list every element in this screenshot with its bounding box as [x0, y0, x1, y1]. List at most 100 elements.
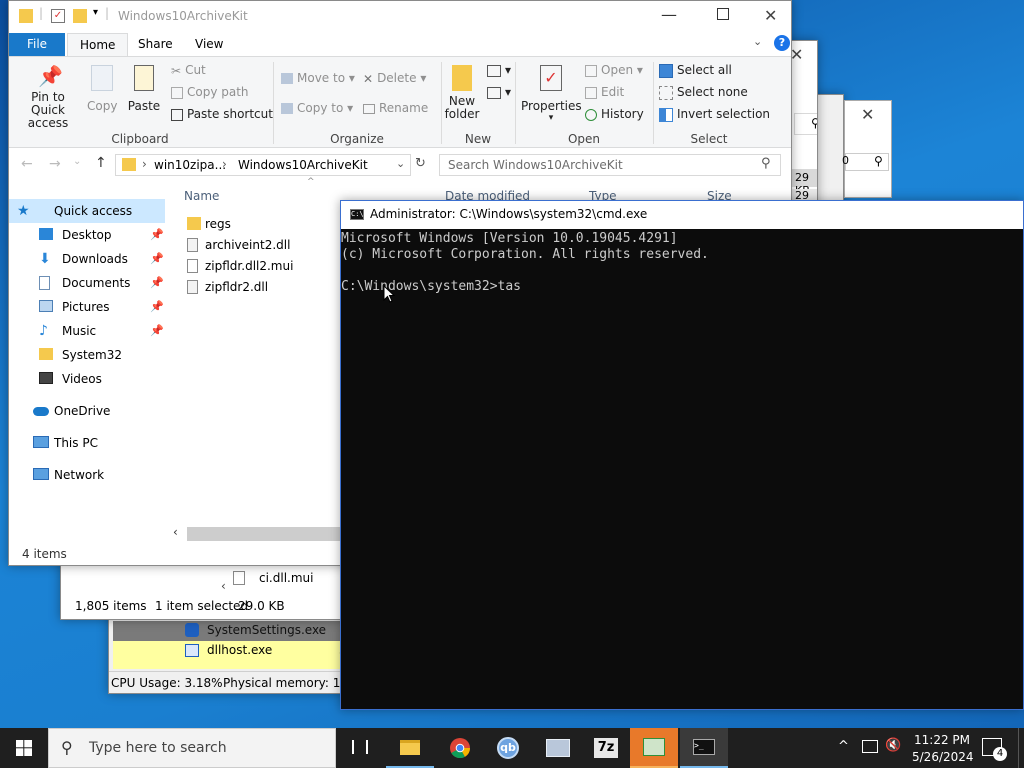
delete-button[interactable]: ✕ Delete ▾ [363, 71, 426, 86]
invert-selection-icon [659, 107, 673, 122]
pin-to-quick-access-button[interactable]: 📌 Pin to Quick access [15, 65, 81, 130]
nav-item-pictures[interactable]: Pictures 📌 [9, 295, 165, 319]
copy-path-button[interactable]: Copy path [171, 85, 249, 99]
tab-home[interactable]: Home [67, 33, 129, 57]
forward-arrow-icon[interactable]: → [49, 156, 61, 172]
close-icon[interactable]: ✕ [790, 45, 803, 64]
taskbar-search-box[interactable]: ⚲ Type here to search [48, 728, 336, 768]
tab-file[interactable]: File [9, 33, 65, 56]
file-name: regs [205, 217, 231, 231]
new-item-button[interactable]: ▾ [487, 63, 511, 77]
collapse-ribbon-icon[interactable]: ⌄ [753, 35, 762, 48]
minimize-button[interactable]: — [661, 5, 677, 24]
taskbar-file-explorer[interactable] [386, 728, 434, 768]
nav-item-desktop[interactable]: Desktop 📌 [9, 223, 165, 247]
nav-item-music[interactable]: ♪ Music 📌 [9, 319, 165, 343]
paste-button[interactable]: Paste [127, 65, 161, 113]
recent-dropdown-icon[interactable]: ⌄ [73, 156, 81, 167]
tab-view[interactable]: View [183, 33, 235, 56]
taskbar-7zip[interactable]: 7z [582, 728, 630, 768]
close-icon[interactable]: ✕ [861, 105, 874, 124]
cmd-window[interactable]: C:\ Administrator: C:\Windows\system32\c… [340, 200, 1024, 710]
maximize-button[interactable] [717, 8, 729, 20]
copy-button[interactable]: Copy [87, 65, 117, 113]
invert-selection-button[interactable]: Invert selection [659, 107, 770, 122]
breadcrumb-chevron[interactable]: › [222, 157, 227, 171]
move-to-button[interactable]: Move to ▾ [281, 71, 355, 85]
folder-icon [122, 158, 136, 171]
nav-item-this-pc[interactable]: This PC [9, 431, 165, 455]
notification-center-button[interactable]: 4 [982, 738, 1007, 761]
tab-share[interactable]: Share [126, 33, 185, 56]
nav-item-quick-access[interactable]: ★ Quick access [9, 199, 165, 223]
title-bar[interactable]: C:\ Administrator: C:\Windows\system32\c… [341, 201, 1023, 229]
paste-shortcut-button[interactable]: Paste shortcut [171, 107, 273, 121]
pin-icon[interactable]: 📌 [150, 295, 164, 319]
clock-date[interactable]: 5/26/2024 [912, 750, 974, 764]
clipboard-group-label: Clipboard [111, 132, 169, 146]
process-row[interactable]: dllhost.exe 3 [113, 641, 347, 661]
search-box[interactable]: ⚲ [794, 113, 817, 135]
search-box[interactable]: 0 ⚲ [842, 153, 889, 171]
column-name[interactable]: Name [184, 189, 219, 203]
nav-item-documents[interactable]: Documents 📌 [9, 271, 165, 295]
background-window[interactable]: ✕ 0 ⚲ [842, 100, 892, 198]
taskbar-cmd[interactable]: >_ [680, 728, 728, 768]
cut-button[interactable]: ✂ Cut [171, 63, 206, 78]
show-hidden-icons-chevron[interactable]: ^ [838, 739, 849, 754]
network-icon[interactable] [862, 740, 878, 753]
new-folder-icon[interactable] [73, 9, 87, 23]
pin-icon[interactable]: 📌 [150, 271, 164, 295]
start-button[interactable] [0, 728, 48, 768]
rename-button[interactable]: Rename [363, 101, 428, 115]
console-output[interactable]: Microsoft Windows [Version 10.0.19045.42… [341, 231, 709, 295]
scroll-left-arrow[interactable]: ‹ [221, 579, 241, 595]
select-all-icon [659, 63, 673, 78]
show-desktop-button[interactable] [1018, 728, 1024, 768]
copy-to-button[interactable]: Copy to ▾ [281, 101, 353, 115]
taskbar-chrome[interactable] [436, 728, 484, 768]
address-bar[interactable]: › win10zipa... › Windows10ArchiveKit ⌄ [115, 154, 411, 176]
breadcrumb-segment[interactable]: Windows10ArchiveKit [238, 158, 368, 172]
clock-time[interactable]: 11:22 PM [914, 733, 970, 747]
pin-icon[interactable]: 📌 [150, 319, 164, 343]
pin-icon[interactable]: 📌 [150, 223, 164, 247]
select-none-button[interactable]: Select none [659, 85, 748, 100]
nav-item-onedrive[interactable]: OneDrive [9, 399, 165, 423]
selected-process-row[interactable]: SystemSettings.exe 7 [113, 621, 347, 641]
new-folder-button[interactable]: New folder [443, 65, 481, 121]
address-dropdown-icon[interactable]: ⌄ [396, 157, 405, 170]
open-button[interactable]: Open ▾ [585, 63, 643, 77]
back-arrow-icon[interactable]: ← [21, 156, 33, 172]
title-bar[interactable]: | ✓ ▾ | Windows10ArchiveKit — ✕ [9, 1, 791, 33]
scroll-left-arrow[interactable]: ‹ [173, 525, 178, 539]
taskbar-qbittorrent[interactable]: qb [484, 728, 532, 768]
properties-check-icon[interactable]: ✓ [51, 9, 65, 23]
edit-label: Edit [601, 85, 625, 99]
close-button[interactable]: ✕ [764, 6, 777, 25]
history-button[interactable]: History [585, 107, 644, 121]
breadcrumb-chevron[interactable]: › [142, 157, 147, 171]
nav-item-network[interactable]: Network [9, 463, 165, 487]
speaker-muted-icon[interactable]: 🔇 [885, 738, 901, 753]
taskbar-remote-desktop[interactable] [534, 728, 582, 768]
pin-label: Pin to Quick access [27, 90, 69, 130]
edit-button[interactable]: Edit [585, 85, 624, 99]
task-view-button[interactable] [336, 728, 384, 768]
select-group-label: Select [690, 132, 728, 146]
taskbar-task-manager[interactable] [630, 728, 678, 768]
quick-access-dropdown-icon[interactable]: ▾ [93, 7, 98, 18]
nav-item-downloads[interactable]: ⬇ Downloads 📌 [9, 247, 165, 271]
nav-item-system32[interactable]: System32 [9, 343, 165, 367]
refresh-icon[interactable]: ↻ [415, 156, 426, 171]
nav-item-videos[interactable]: Videos [9, 367, 165, 391]
easy-access-button[interactable]: ▾ [487, 85, 511, 99]
up-arrow-icon[interactable]: ↑ [95, 155, 107, 171]
help-icon[interactable]: ? [774, 35, 790, 51]
properties-button[interactable]: ✓ Properties ▾ [521, 65, 582, 123]
breadcrumb-segment[interactable]: win10zipa... [154, 158, 226, 172]
select-all-button[interactable]: Select all [659, 63, 732, 78]
horizontal-scrollbar-thumb[interactable] [187, 527, 347, 541]
search-input[interactable]: Search Windows10ArchiveKit [439, 154, 781, 176]
pin-icon[interactable]: 📌 [150, 247, 164, 271]
